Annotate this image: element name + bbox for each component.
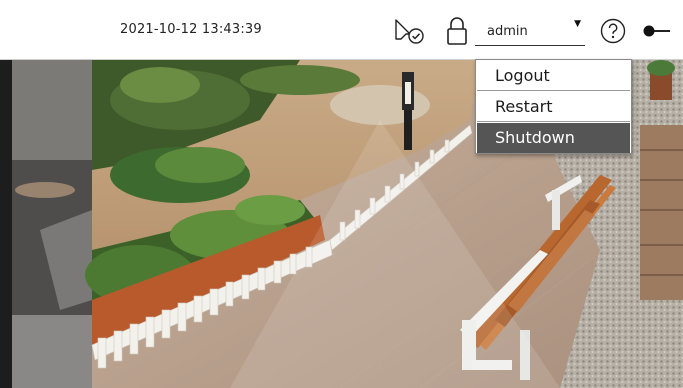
- menu-item-logout[interactable]: Logout: [477, 61, 630, 91]
- toggle-icon[interactable]: [642, 24, 672, 38]
- username-label: admin: [487, 24, 528, 39]
- datetime-display: 2021-10-12 13:43:39: [120, 22, 262, 37]
- user-dropdown[interactable]: admin ▼: [475, 18, 585, 46]
- caret-down-icon: ▼: [574, 19, 581, 29]
- menu-item-restart[interactable]: Restart: [477, 92, 630, 122]
- help-icon[interactable]: [600, 18, 626, 44]
- menu-item-shutdown[interactable]: Shutdown: [477, 123, 630, 153]
- user-menu: Logout Restart Shutdown: [475, 59, 632, 154]
- top-bar: 2021-10-12 13:43:39 admin ▼: [0, 0, 683, 60]
- lock-icon[interactable]: [446, 15, 468, 47]
- event-check-icon[interactable]: [394, 17, 426, 45]
